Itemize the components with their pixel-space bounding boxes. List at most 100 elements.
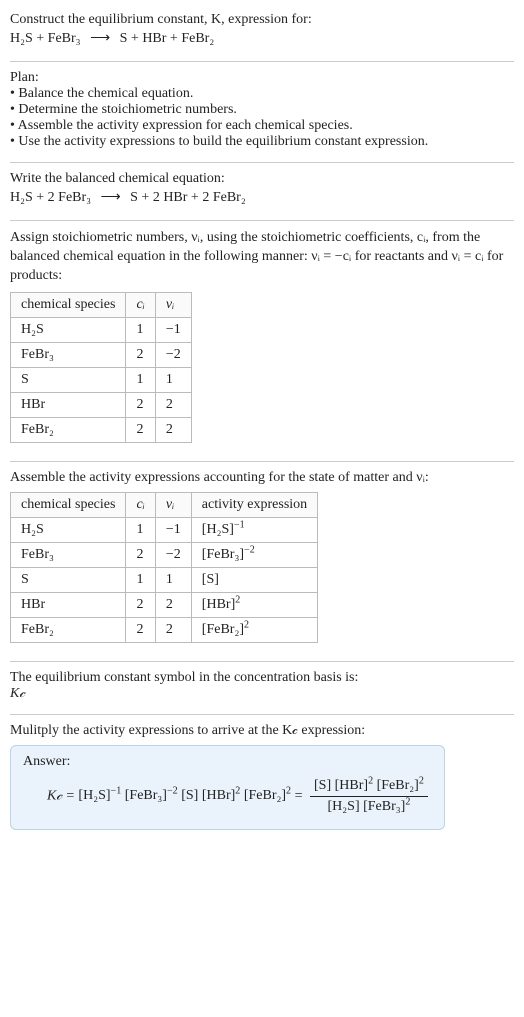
col-vi: νᵢ xyxy=(155,492,191,517)
cell-ci: 1 xyxy=(126,367,155,392)
term: [FeBr₂]2 xyxy=(244,788,291,803)
equals-sign: = xyxy=(295,788,306,803)
col-ci: cᵢ xyxy=(126,492,155,517)
prompt-section: Construct the equilibrium constant, K, e… xyxy=(10,8,514,57)
divider xyxy=(10,220,514,221)
cell-ci: 1 xyxy=(126,517,155,542)
divider xyxy=(10,162,514,163)
cell-vi: 2 xyxy=(155,392,191,417)
cell-species: HBr xyxy=(11,392,126,417)
col-ci: cᵢ xyxy=(126,292,155,317)
table-row: H₂S 1 −1 [H₂S]−1 xyxy=(11,517,318,542)
divider xyxy=(10,661,514,662)
table-row: HBr 2 2 xyxy=(11,392,192,417)
kc-lhs: K𝒸 = xyxy=(47,788,78,803)
multiply-heading: Mulitply the activity expressions to arr… xyxy=(10,723,514,739)
balanced-rhs: S + 2 HBr + 2 FeBr₂ xyxy=(130,190,246,205)
cell-vi: −1 xyxy=(155,517,191,542)
stoich-text: Assign stoichiometric numbers, νᵢ, using… xyxy=(10,229,514,286)
col-species: chemical species xyxy=(11,292,126,317)
plan-item: • Balance the chemical equation. xyxy=(10,86,514,102)
term: [HBr]2 xyxy=(335,778,373,793)
term: [S] xyxy=(314,778,331,793)
activity-heading: Assemble the activity expressions accoun… xyxy=(10,470,514,486)
cell-species: FeBr₃ xyxy=(11,542,126,567)
cell-species: S xyxy=(11,367,126,392)
multiply-section: Mulitply the activity expressions to arr… xyxy=(10,719,514,838)
plan-item: • Determine the stoichiometric numbers. xyxy=(10,102,514,118)
cell-vi: −2 xyxy=(155,342,191,367)
divider xyxy=(10,461,514,462)
table-row: HBr 2 2 [HBr]2 xyxy=(11,592,318,617)
answer-expression: K𝒸 = [H₂S]−1 [FeBr₃]−2 [S] [HBr]2 [FeBr₂… xyxy=(23,776,432,817)
table-row: S 1 1 [S] xyxy=(11,567,318,592)
fraction-numerator: [S] [HBr]2 [FeBr₂]2 xyxy=(310,778,428,797)
divider xyxy=(10,61,514,62)
divider xyxy=(10,714,514,715)
cell-ci: 1 xyxy=(126,567,155,592)
term: [H₂S] xyxy=(328,799,360,814)
cell-activity: [FeBr₂]2 xyxy=(191,617,317,642)
table-row: FeBr₃ 2 −2 [FeBr₃]−2 xyxy=(11,542,318,567)
cell-activity: [H₂S]−1 xyxy=(191,517,317,542)
plan-item: • Use the activity expressions to build … xyxy=(10,134,514,150)
cell-vi: 2 xyxy=(155,592,191,617)
table-header-row: chemical species cᵢ νᵢ activity expressi… xyxy=(11,492,318,517)
cell-ci: 1 xyxy=(126,317,155,342)
col-activity: activity expression xyxy=(191,492,317,517)
table-row: FeBr₂ 2 2 xyxy=(11,417,192,442)
cell-species: H₂S xyxy=(11,517,126,542)
col-vi: νᵢ xyxy=(155,292,191,317)
plan-section: Plan: • Balance the chemical equation. •… xyxy=(10,66,514,158)
cell-activity: [FeBr₃]−2 xyxy=(191,542,317,567)
cell-ci: 2 xyxy=(126,617,155,642)
table-row: H₂S 1 −1 xyxy=(11,317,192,342)
prompt-text: Construct the equilibrium constant, K, e… xyxy=(10,12,312,27)
cell-vi: 1 xyxy=(155,367,191,392)
cell-ci: 2 xyxy=(126,592,155,617)
cell-vi: −1 xyxy=(155,317,191,342)
table-row: FeBr₂ 2 2 [FeBr₂]2 xyxy=(11,617,318,642)
balanced-section: Write the balanced chemical equation: H₂… xyxy=(10,167,514,216)
kc-symbol: K𝒸 xyxy=(10,686,514,702)
cell-species: FeBr₂ xyxy=(11,617,126,642)
cell-species: FeBr₂ xyxy=(11,417,126,442)
activity-table: chemical species cᵢ νᵢ activity expressi… xyxy=(10,492,318,643)
stoich-section: Assign stoichiometric numbers, νᵢ, using… xyxy=(10,225,514,457)
balanced-lhs: H₂S + 2 FeBr₃ xyxy=(10,190,91,205)
cell-species: HBr xyxy=(11,592,126,617)
term: [H₂S]−1 xyxy=(78,788,121,803)
cell-species: H₂S xyxy=(11,317,126,342)
term: [HBr]2 xyxy=(202,788,240,803)
cell-activity: [S] xyxy=(191,567,317,592)
balanced-equation: H₂S + 2 FeBr₃ ⟶ S + 2 HBr + 2 FeBr₂ xyxy=(10,187,514,208)
answer-box: Answer: K𝒸 = [H₂S]−1 [FeBr₃]−2 [S] [HBr]… xyxy=(10,745,445,830)
cell-vi: 2 xyxy=(155,617,191,642)
kc-symbol-text: The equilibrium constant symbol in the c… xyxy=(10,670,514,686)
col-species: chemical species xyxy=(11,492,126,517)
table-row: S 1 1 xyxy=(11,367,192,392)
cell-vi: −2 xyxy=(155,542,191,567)
cell-vi: 2 xyxy=(155,417,191,442)
answer-label: Answer: xyxy=(23,754,432,770)
kc-symbol-section: The equilibrium constant symbol in the c… xyxy=(10,666,514,710)
cell-vi: 1 xyxy=(155,567,191,592)
table-row: FeBr₃ 2 −2 xyxy=(11,342,192,367)
prompt-line: Construct the equilibrium constant, K, e… xyxy=(10,12,514,28)
cell-species: S xyxy=(11,567,126,592)
cell-activity: [HBr]2 xyxy=(191,592,317,617)
cell-ci: 2 xyxy=(126,342,155,367)
fraction: [S] [HBr]2 [FeBr₂]2 [H₂S] [FeBr₃]2 xyxy=(310,778,428,815)
unbalanced-equation: H₂S + FeBr₃ ⟶ S + HBr + FeBr₂ xyxy=(10,28,514,49)
reaction-rhs: S + HBr + FeBr₂ xyxy=(120,31,215,46)
term: [FeBr₃]2 xyxy=(363,799,410,814)
balanced-arrow: ⟶ xyxy=(95,190,127,205)
plan-heading: Plan: xyxy=(10,70,514,86)
stoich-table: chemical species cᵢ νᵢ H₂S 1 −1 FeBr₃ 2 … xyxy=(10,292,192,443)
activity-section: Assemble the activity expressions accoun… xyxy=(10,466,514,657)
term: [FeBr₂]2 xyxy=(377,778,424,793)
plan-item: • Assemble the activity expression for e… xyxy=(10,118,514,134)
cell-ci: 2 xyxy=(126,417,155,442)
balanced-heading: Write the balanced chemical equation: xyxy=(10,171,514,187)
cell-ci: 2 xyxy=(126,392,155,417)
